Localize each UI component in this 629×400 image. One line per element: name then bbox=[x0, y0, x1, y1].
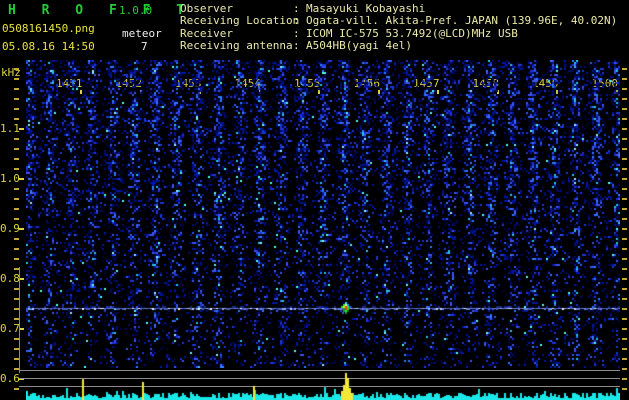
y-axis-tick bbox=[14, 388, 19, 390]
y-axis-tick-right bbox=[622, 178, 627, 180]
y-axis-tick bbox=[14, 198, 19, 200]
y-axis-tick-right bbox=[622, 358, 627, 360]
info-row: Receiving Location: Ogata-vill. Akita-Pre… bbox=[180, 14, 618, 28]
hrofft-output-image: H R O F F T 1.0.0 0508161450.png meteor … bbox=[0, 0, 629, 400]
datetime-label: 05.08.16 14:50 bbox=[2, 40, 95, 53]
info-colon: : bbox=[293, 14, 300, 28]
app-version: 1.0.0 bbox=[119, 4, 153, 17]
y-axis-tick-right bbox=[622, 168, 627, 170]
y-axis-tick-right bbox=[622, 308, 627, 310]
meteor-count: 7 bbox=[141, 40, 148, 53]
y-axis-tick bbox=[14, 68, 19, 70]
y-axis-label: 0.8 bbox=[0, 272, 20, 285]
y-axis-tick-right bbox=[622, 118, 627, 120]
y-axis-tick-right bbox=[622, 188, 627, 190]
info-value: A504HB(yagi 4el) bbox=[306, 39, 412, 53]
y-axis-tick-right bbox=[622, 218, 627, 220]
y-axis-tick-right bbox=[622, 268, 627, 270]
y-axis-tick bbox=[14, 188, 19, 190]
y-axis-tick-right bbox=[622, 378, 627, 380]
y-axis-tick-right bbox=[622, 98, 627, 100]
y-axis-label: 1.1 bbox=[0, 122, 20, 135]
y-axis-tick-right bbox=[622, 318, 627, 320]
y-axis-tick bbox=[14, 248, 19, 250]
signal-level-canvas bbox=[26, 368, 620, 400]
y-axis-tick bbox=[14, 88, 19, 90]
y-axis-tick-right bbox=[622, 388, 627, 390]
y-axis-major-dash bbox=[19, 128, 24, 130]
y-axis-major-dash bbox=[19, 228, 24, 230]
y-axis-label: 0.6 bbox=[0, 372, 20, 385]
y-axis-tick-right bbox=[622, 108, 627, 110]
mode-label: meteor bbox=[122, 27, 162, 40]
y-axis-label: 0.9 bbox=[0, 222, 20, 235]
y-axis-tick bbox=[14, 158, 19, 160]
info-value: Ogata-vill. Akita-Pref. JAPAN (139.96E, … bbox=[306, 14, 618, 28]
y-axis-tick-right bbox=[622, 248, 627, 250]
y-axis-tick-right bbox=[622, 88, 627, 90]
y-axis-tick bbox=[14, 108, 19, 110]
y-axis-tick bbox=[14, 98, 19, 100]
info-label: Receiving Location bbox=[180, 14, 300, 28]
spectrogram-canvas bbox=[26, 60, 620, 368]
info-label: Receiving antenna bbox=[180, 39, 293, 53]
level-range-bar bbox=[19, 267, 20, 373]
y-axis-tick-right bbox=[622, 128, 627, 130]
y-axis-tick-right bbox=[622, 288, 627, 290]
output-filename: 0508161450.png bbox=[2, 22, 95, 35]
y-axis-tick-right bbox=[622, 78, 627, 80]
y-axis-tick-right bbox=[622, 198, 627, 200]
y-axis-tick bbox=[14, 148, 19, 150]
y-axis-tick-right bbox=[622, 68, 627, 70]
y-axis-label: 0.7 bbox=[0, 322, 20, 335]
y-axis-tick-right bbox=[622, 138, 627, 140]
y-axis-tick bbox=[14, 218, 19, 220]
y-axis-tick bbox=[14, 208, 19, 210]
y-axis-tick-right bbox=[622, 208, 627, 210]
y-axis-tick-right bbox=[622, 348, 627, 350]
info-colon: : bbox=[293, 39, 300, 53]
y-axis-tick-right bbox=[622, 328, 627, 330]
y-axis-tick-right bbox=[622, 278, 627, 280]
y-axis-tick-right bbox=[622, 258, 627, 260]
y-axis-tick-right bbox=[622, 228, 627, 230]
y-axis-tick-right bbox=[622, 368, 627, 370]
y-axis-tick bbox=[14, 258, 19, 260]
y-axis-tick-right bbox=[622, 298, 627, 300]
y-axis-tick bbox=[14, 138, 19, 140]
y-axis-tick-right bbox=[622, 238, 627, 240]
y-axis-tick bbox=[14, 78, 19, 80]
y-axis-tick-right bbox=[622, 158, 627, 160]
info-row: Receiving antenna: A504HB(yagi 4el) bbox=[180, 39, 617, 53]
y-axis-tick bbox=[14, 118, 19, 120]
y-axis-label: 1.0 bbox=[0, 172, 20, 185]
observer-info-block: Observer: Masayuki Kobayashi Receiving Loc… bbox=[180, 2, 618, 53]
app-title: H R O F F T bbox=[8, 3, 194, 18]
y-axis-tick bbox=[14, 168, 19, 170]
y-axis-major-dash bbox=[19, 178, 24, 180]
y-axis-tick-right bbox=[622, 338, 627, 340]
y-axis-tick-right bbox=[622, 148, 627, 150]
y-axis-tick bbox=[14, 238, 19, 240]
